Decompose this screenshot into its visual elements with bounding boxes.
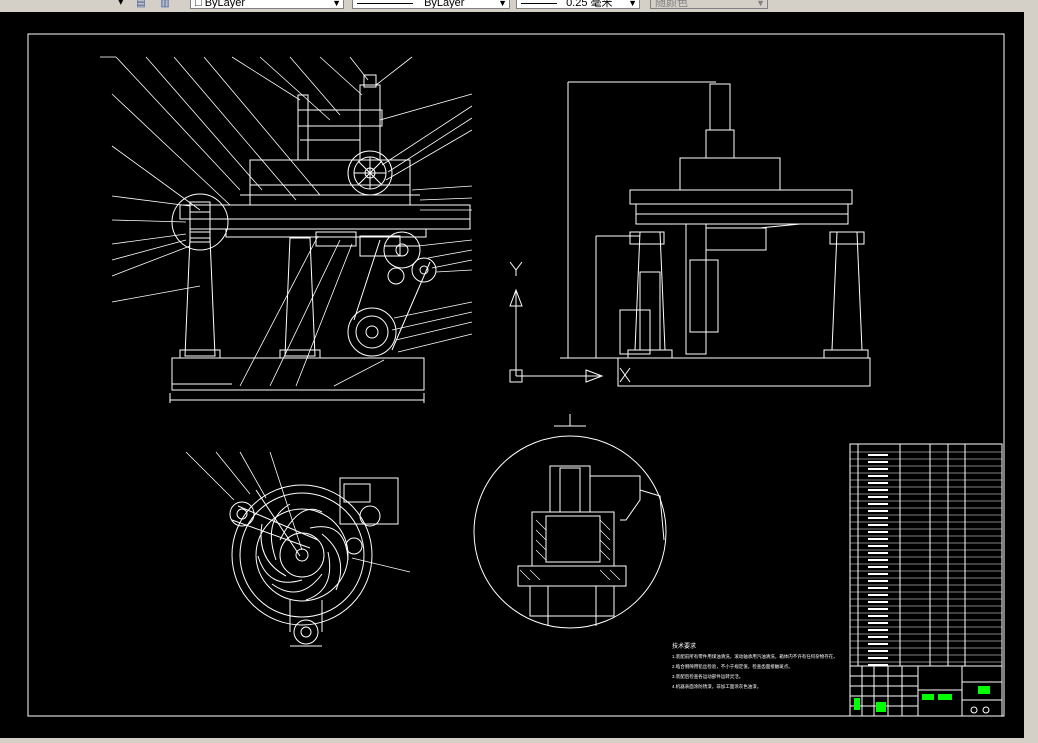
green-mark bbox=[854, 698, 860, 710]
plotstyle-value: 随颜色 bbox=[655, 0, 688, 9]
parts-list-text-mark bbox=[868, 468, 888, 470]
chevron-down-icon: ▼ bbox=[498, 0, 507, 8]
chevron-down-icon: ▼ bbox=[756, 0, 765, 8]
parts-list-text-mark bbox=[868, 475, 888, 477]
parts-list-text-mark bbox=[868, 524, 888, 526]
title-block bbox=[849, 665, 1003, 717]
plotstyle-combo[interactable]: 随颜色 ▼ bbox=[650, 0, 768, 9]
parts-list-text-mark bbox=[868, 510, 888, 512]
lineweight-value: 0.25 毫米 bbox=[566, 0, 613, 9]
plan-view bbox=[185, 451, 411, 647]
lineweight-combo[interactable]: 0.25 毫米 ▼ bbox=[516, 0, 640, 9]
technical-notes: 技术要求 1.装配前所有零件用煤油清洗，滚动轴承用汽油清洗，箱体内不许有任何杂物… bbox=[672, 642, 838, 690]
side-view bbox=[560, 81, 871, 387]
parts-list-text-mark bbox=[868, 629, 888, 631]
green-mark bbox=[876, 702, 886, 712]
parts-list-text-mark bbox=[868, 496, 888, 498]
parts-list-text-mark bbox=[868, 454, 888, 456]
front-view bbox=[100, 56, 473, 403]
chevron-down-icon: ▼ bbox=[332, 0, 341, 8]
lineweight-swatch bbox=[521, 2, 557, 4]
linetype-swatch bbox=[357, 2, 413, 4]
parts-list-text-mark bbox=[868, 545, 888, 547]
parts-list-text-mark bbox=[868, 650, 888, 652]
drawing-canvas[interactable]: 技术要求 1.装配前所有零件用煤油清洗，滚动轴承用汽油清洗，箱体内不许有任何杂物… bbox=[0, 12, 1038, 738]
parts-list-text-mark bbox=[868, 531, 888, 533]
parts-list-text-mark bbox=[868, 643, 888, 645]
layer-color-value: □ ByLayer bbox=[195, 0, 246, 9]
parts-list-text-mark bbox=[868, 615, 888, 617]
layer-states-icon[interactable]: ▤ bbox=[134, 0, 148, 9]
parts-list-text-mark bbox=[868, 482, 888, 484]
parts-list-text-mark bbox=[868, 587, 888, 589]
parts-list-text-mark bbox=[868, 517, 888, 519]
parts-list-text-mark bbox=[868, 636, 888, 638]
parts-list-text-mark bbox=[868, 608, 888, 610]
parts-list bbox=[849, 443, 1003, 667]
parts-list-text-mark bbox=[868, 622, 888, 624]
green-mark bbox=[978, 686, 990, 694]
parts-list-text-mark bbox=[868, 461, 888, 463]
linetype-combo[interactable]: ByLayer ▼ bbox=[352, 0, 510, 9]
parts-list-text-mark bbox=[868, 559, 888, 561]
layer-color-combo[interactable]: □ ByLayer ▼ bbox=[190, 0, 344, 9]
window-frame-bottom bbox=[0, 738, 1038, 742]
cad-drawing: 技术要求 1.装配前所有零件用煤油清洗，滚动轴承用汽油清洗，箱体内不许有任何杂物… bbox=[27, 33, 1005, 717]
green-mark bbox=[922, 694, 934, 700]
linetype-value: ByLayer bbox=[424, 0, 465, 9]
parts-list-text-mark bbox=[868, 489, 888, 491]
parts-list-text-mark bbox=[868, 657, 888, 659]
parts-list-text-mark bbox=[868, 580, 888, 582]
parts-list-text-mark bbox=[868, 573, 888, 575]
ucs-icon bbox=[509, 261, 631, 383]
parts-list-text-mark bbox=[868, 594, 888, 596]
parts-list-text-mark bbox=[868, 538, 888, 540]
note-line-2: 2.啮合侧隙用铅丝检验，不小于规定值，检查齿面接触斑点。 bbox=[672, 663, 793, 670]
parts-list-text-mark bbox=[868, 503, 888, 505]
notes-title: 技术要求 bbox=[672, 642, 696, 650]
green-mark bbox=[938, 694, 952, 700]
dropdown-arrow-icon[interactable]: ▾ bbox=[118, 0, 124, 8]
parts-list-text-mark bbox=[868, 566, 888, 568]
chevron-down-icon: ▼ bbox=[628, 0, 637, 8]
detail-view bbox=[473, 414, 667, 629]
parts-list-text-mark bbox=[868, 601, 888, 603]
window-frame-right bbox=[1024, 12, 1038, 738]
layer-previous-icon[interactable]: ▥ bbox=[158, 0, 172, 9]
note-line-3: 3.装配后检查各运动部件运转灵活。 bbox=[672, 673, 743, 680]
note-line-1: 1.装配前所有零件用煤油清洗，滚动轴承用汽油清洗，箱体内不许有任何杂物存在。 bbox=[672, 653, 838, 660]
parts-list-text-mark bbox=[868, 552, 888, 554]
note-line-4: 4.机器表面涂防锈漆，非加工面涂灰色油漆。 bbox=[672, 683, 761, 690]
